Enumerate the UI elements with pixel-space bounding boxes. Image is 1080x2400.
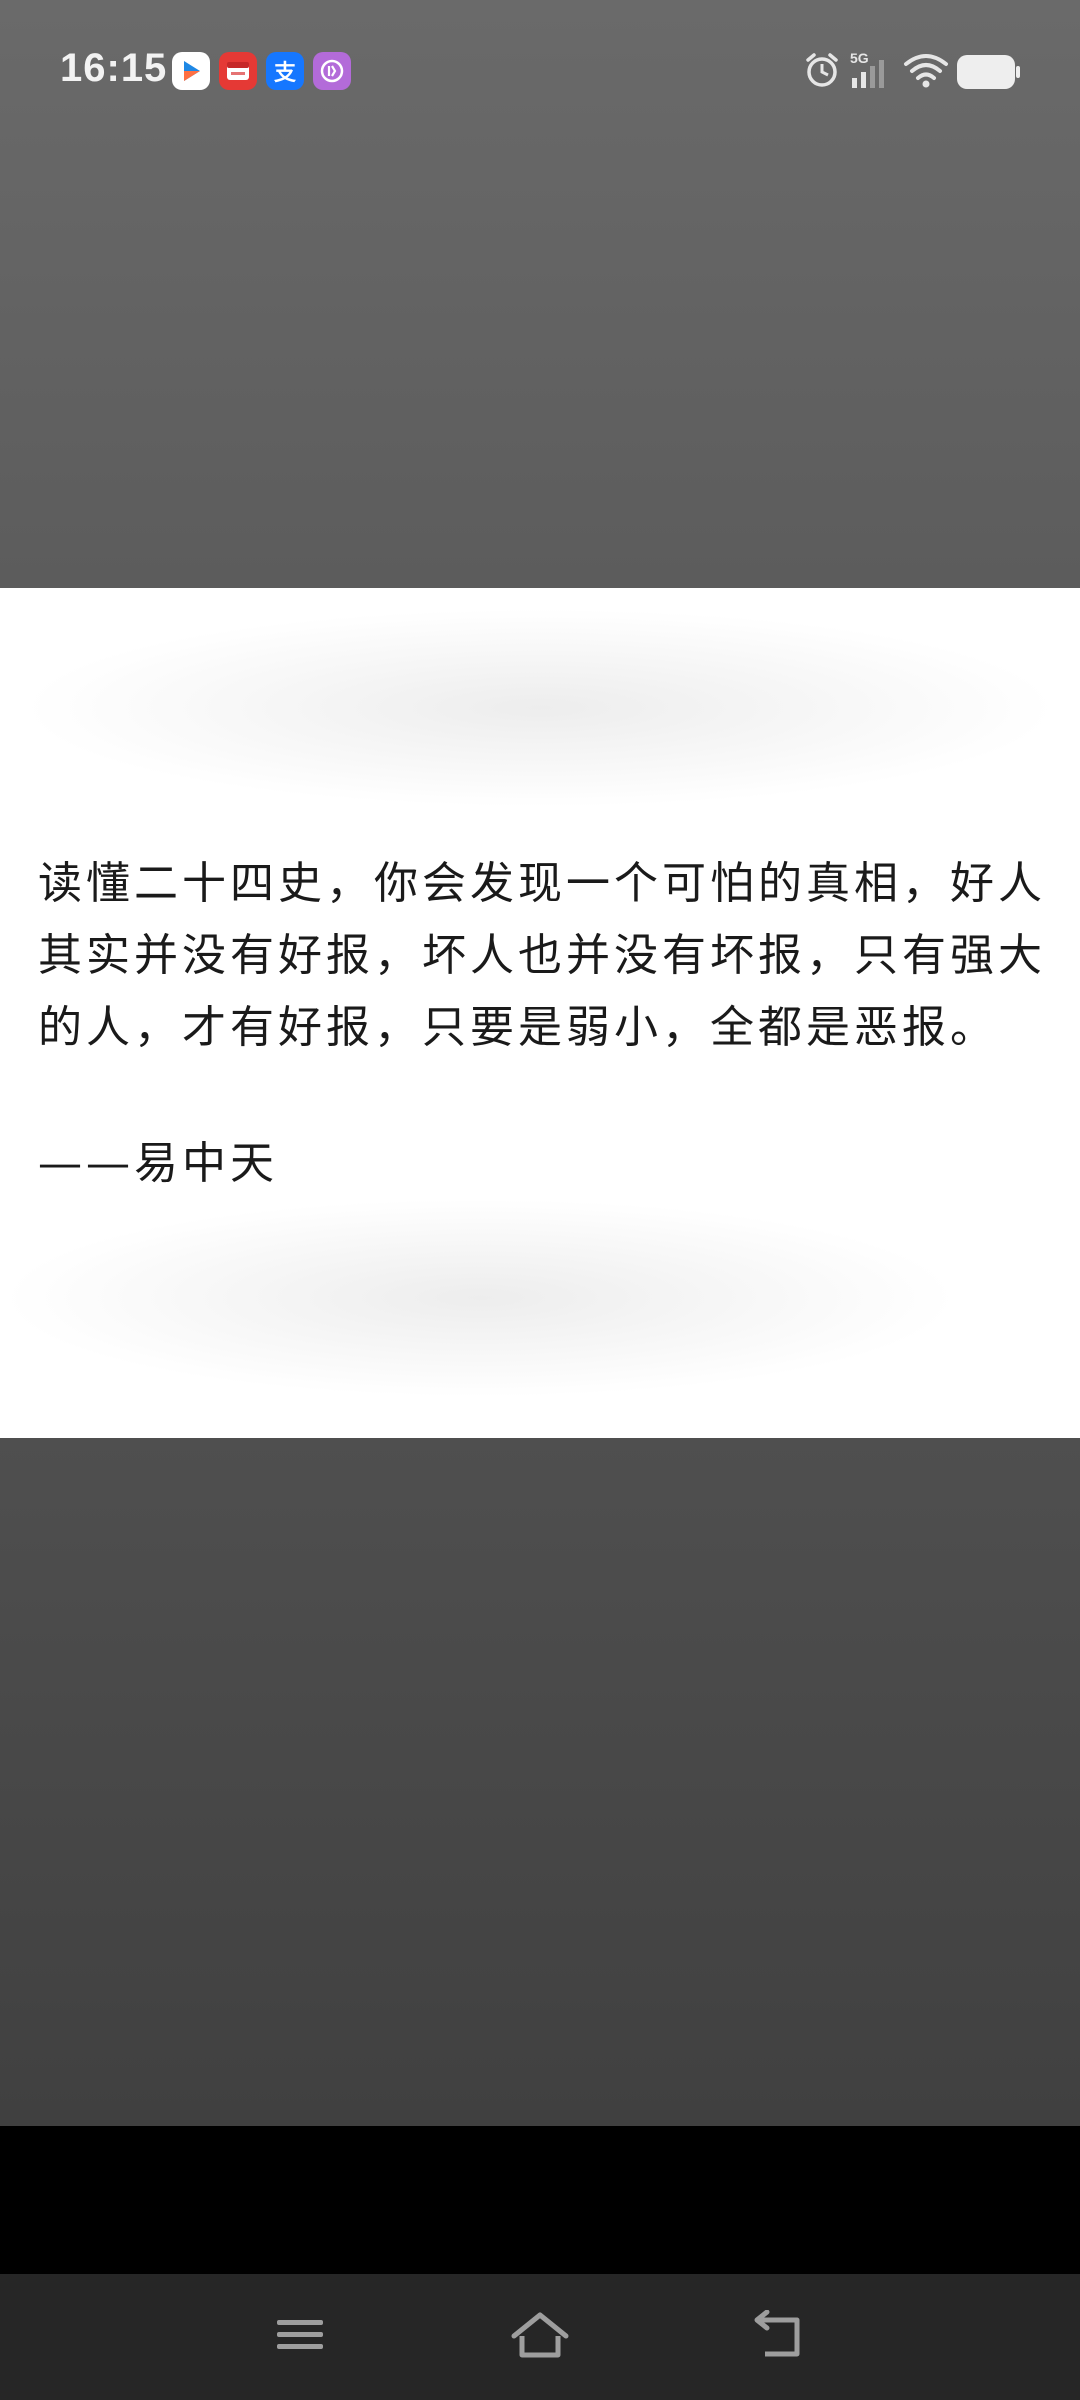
- home-icon: [510, 2310, 570, 2364]
- back-icon: [753, 2309, 807, 2364]
- status-bar: 16:15 支 5G: [0, 0, 1080, 140]
- menu-icon: [275, 2314, 325, 2360]
- background-smudge: [20, 608, 1060, 808]
- alipay-icon: 支: [266, 52, 304, 90]
- quote-text: 读懂二十四史，你会发现一个可怕的真相，好人其实并没有好报，坏人也并没有坏报，只有…: [38, 858, 1046, 1053]
- video-app-icon: [172, 52, 210, 90]
- background-smudge: [0, 1198, 960, 1398]
- svg-text:5G: 5G: [850, 50, 869, 66]
- 5g-signal-icon: 5G: [848, 50, 894, 96]
- calendar-app-icon: [219, 52, 257, 90]
- wallet-app-icon: [313, 52, 351, 90]
- wifi-icon: [902, 50, 950, 94]
- alarm-icon: [802, 50, 842, 94]
- screen: 16:15 支 5G 读懂二十四史，你会发现一个可怕的真相，好人其实并没有好报，…: [0, 0, 1080, 2400]
- menu-button[interactable]: [260, 2302, 340, 2372]
- battery-icon: [956, 54, 1022, 94]
- black-bar: [0, 2126, 1080, 2274]
- back-button[interactable]: [740, 2302, 820, 2372]
- dim-overlay-bottom[interactable]: [0, 1438, 1080, 2126]
- quote-author: ——易中天: [38, 1138, 278, 1189]
- status-time: 16:15: [60, 46, 168, 90]
- home-button[interactable]: [500, 2302, 580, 2372]
- quote-image[interactable]: 读懂二十四史，你会发现一个可怕的真相，好人其实并没有好报，坏人也并没有坏报，只有…: [0, 588, 1080, 1438]
- dim-overlay-top[interactable]: 16:15 支 5G: [0, 0, 1080, 588]
- navigation-bar: [0, 2274, 1080, 2400]
